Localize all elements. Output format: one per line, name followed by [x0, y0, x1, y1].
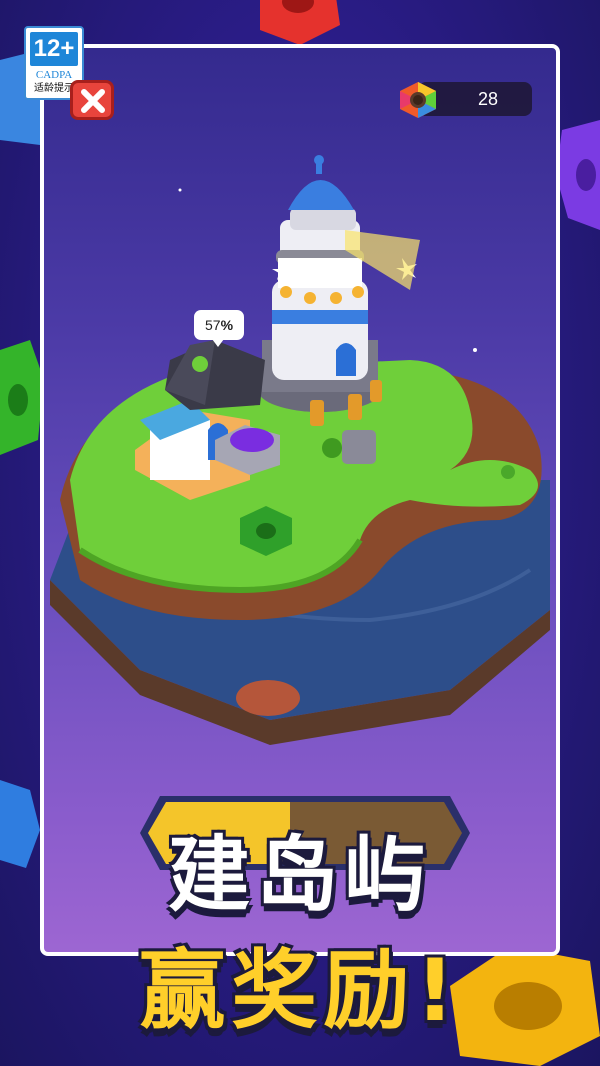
promo-title-line1: 建岛屿 — [167, 828, 432, 923]
close-button[interactable] — [70, 80, 114, 120]
close-icon — [81, 89, 105, 113]
progress-unit: % — [220, 317, 234, 333]
purple-nut-decoration — [556, 120, 600, 230]
nut-counter: 28 — [396, 80, 534, 118]
rock — [342, 430, 376, 464]
rainbow-nut-icon — [400, 82, 436, 118]
promo-title-line2: 赢奖励! — [139, 941, 461, 1041]
progress-value: 57 — [204, 317, 221, 333]
nut-count: 28 — [477, 89, 499, 109]
floating-log — [236, 680, 300, 716]
island-scene[interactable] — [40, 150, 560, 750]
age-rating-value: 12+ — [30, 32, 78, 66]
build-progress-bubble: 57% — [194, 310, 244, 347]
green-nut-decoration — [0, 340, 44, 455]
bush — [322, 438, 342, 458]
red-nut-decoration — [260, 0, 340, 45]
